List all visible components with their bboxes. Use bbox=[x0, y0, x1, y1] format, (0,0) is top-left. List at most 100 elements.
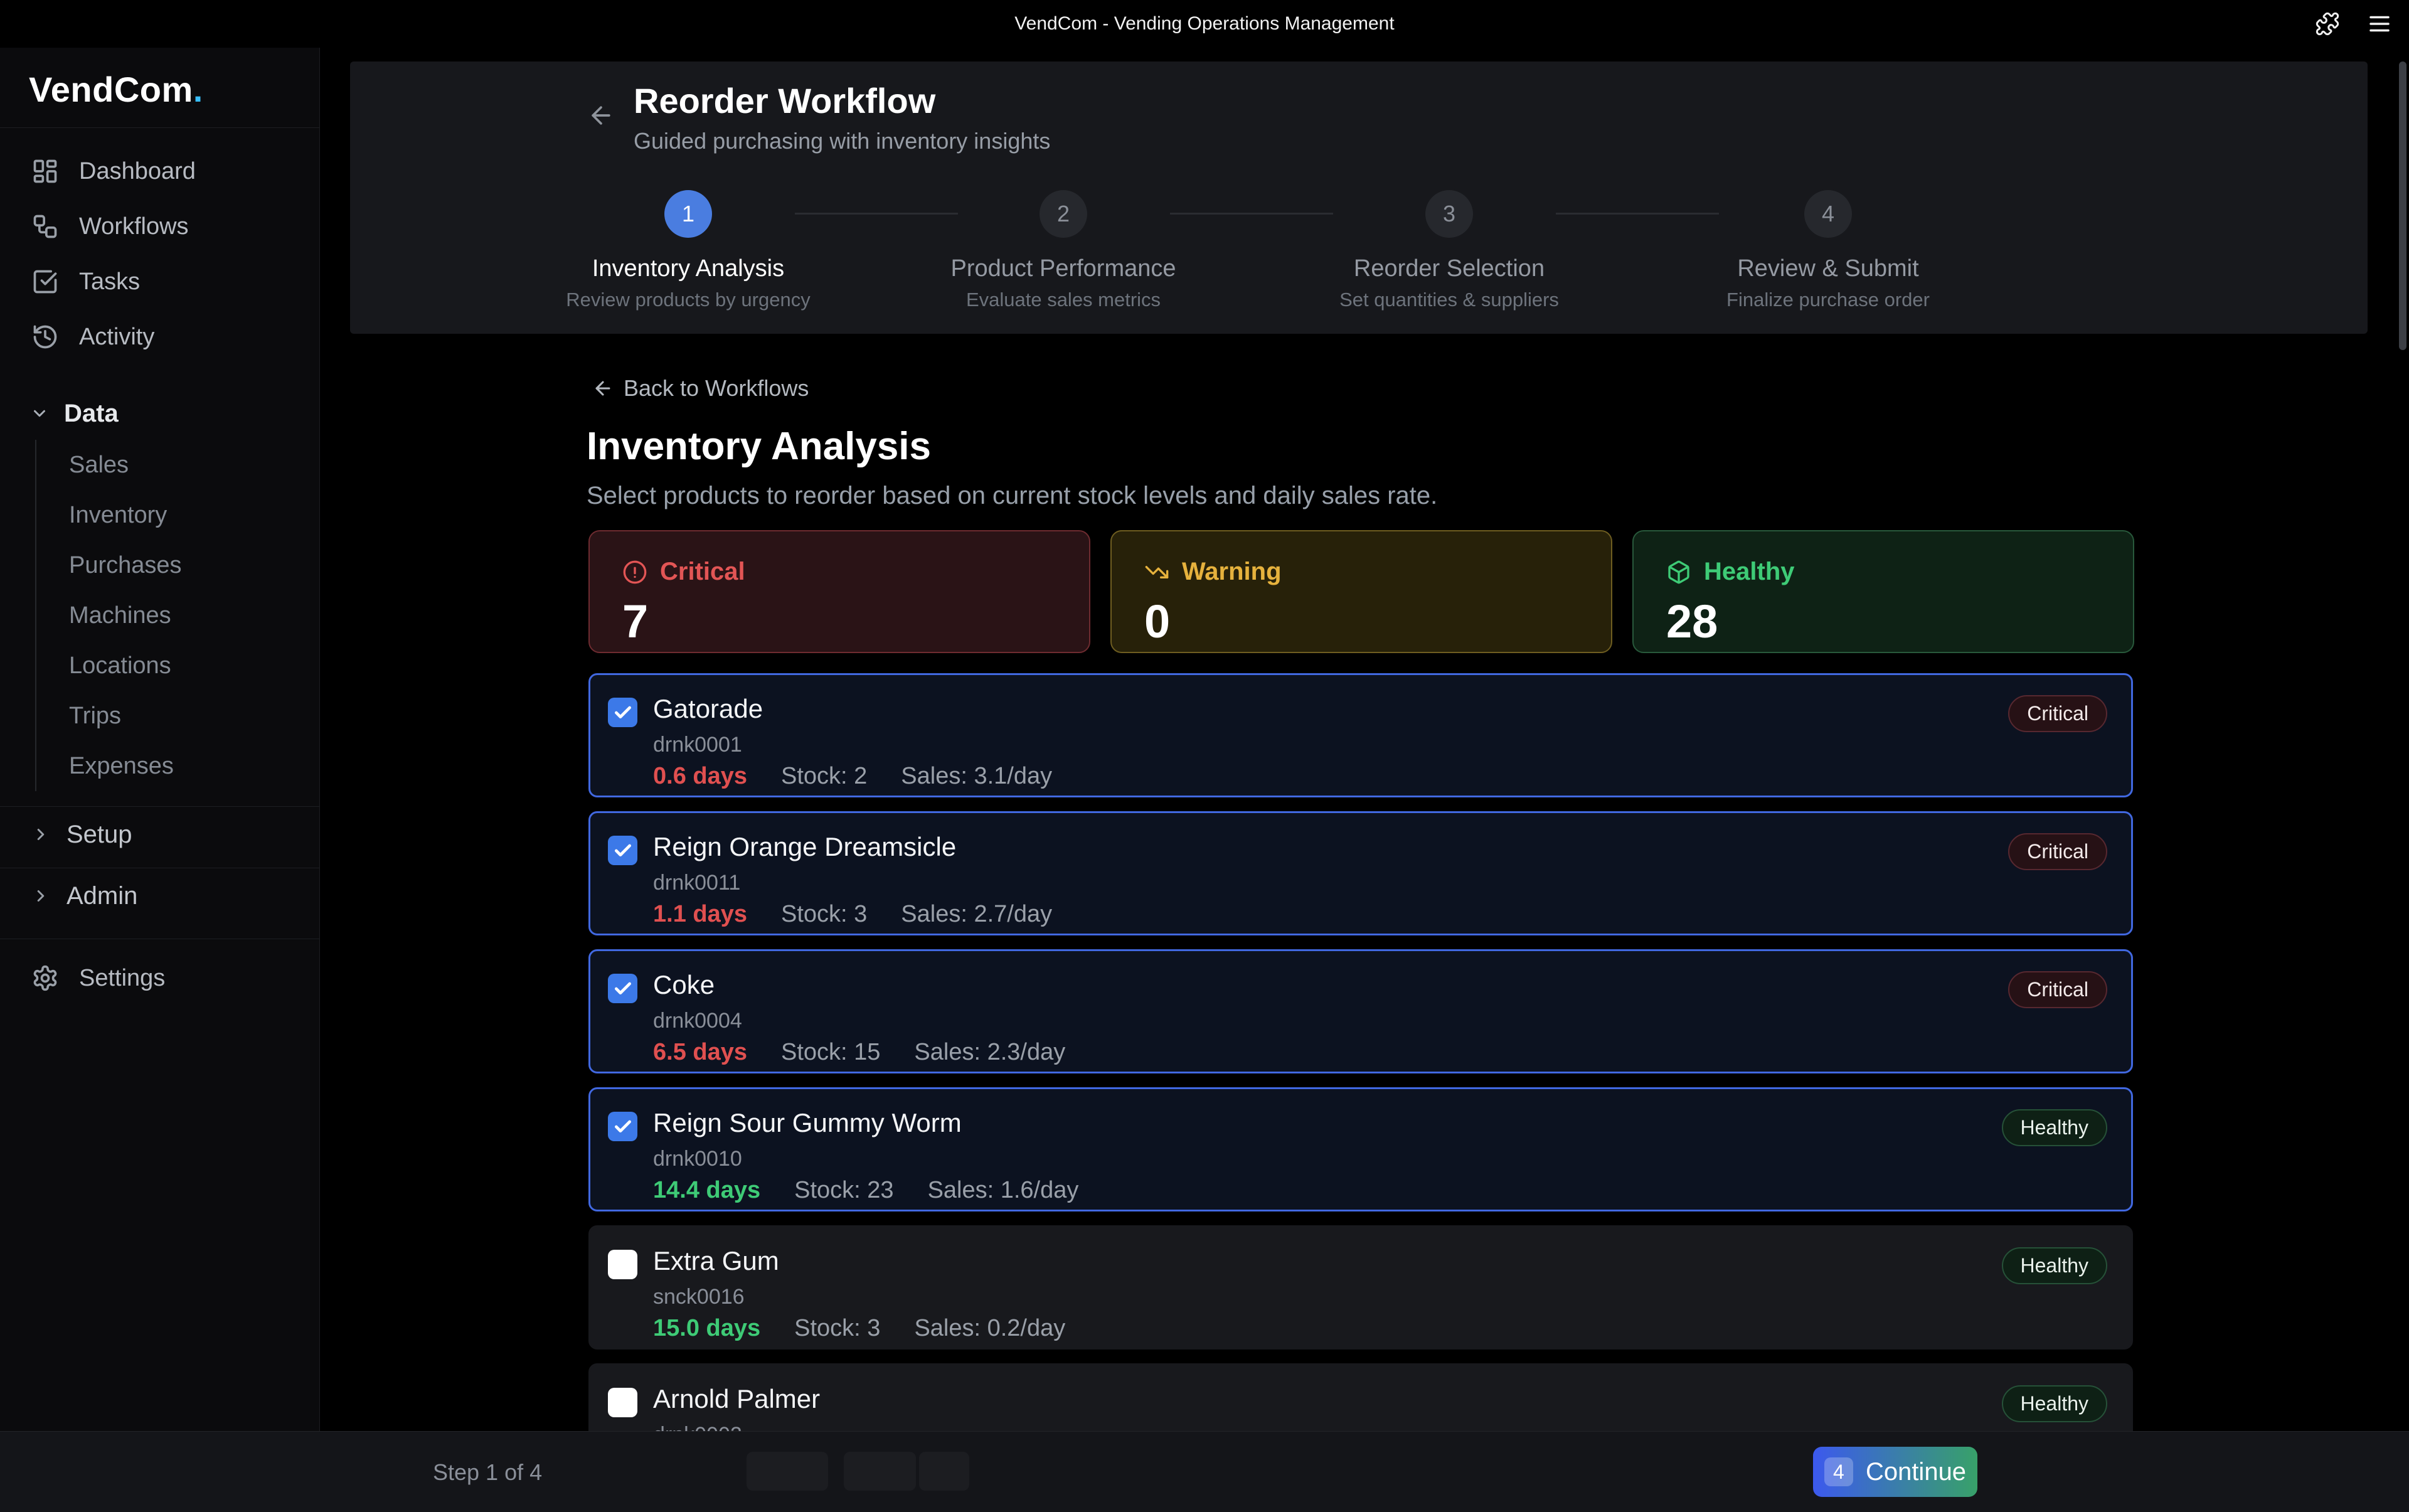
sidebar-item-trips[interactable]: Trips bbox=[36, 691, 319, 741]
product-checkbox[interactable] bbox=[608, 974, 637, 1003]
stock-level: Stock: 15 bbox=[781, 1039, 880, 1066]
package-icon bbox=[1666, 560, 1691, 585]
days-remaining: 14.4 days bbox=[653, 1177, 760, 1204]
product-checkbox[interactable] bbox=[608, 1250, 637, 1279]
product-checkbox[interactable] bbox=[608, 1388, 637, 1417]
sidebar-item-inventory[interactable]: Inventory bbox=[36, 490, 319, 540]
product-checkbox[interactable] bbox=[608, 1112, 637, 1141]
wizard-footer: Step 1 of 4 4 Continue bbox=[0, 1431, 2409, 1512]
sales-rate: Sales: 1.6/day bbox=[928, 1177, 1079, 1204]
days-remaining: 0.6 days bbox=[653, 763, 747, 790]
days-remaining: 15.0 days bbox=[653, 1315, 760, 1342]
stepper-step-4: 4 Review & Submit Finalize purchase orde… bbox=[1627, 190, 2029, 311]
stepper-step-3: 3 Reorder Selection Set quantities & sup… bbox=[1248, 190, 1650, 311]
sidebar-item-dashboard[interactable]: Dashboard bbox=[0, 144, 319, 199]
sales-rate: Sales: 2.7/day bbox=[901, 901, 1052, 928]
step-number-badge: 2 bbox=[1040, 190, 1087, 238]
stat-label: Warning bbox=[1182, 558, 1282, 586]
sidebar-item-activity[interactable]: Activity bbox=[0, 309, 319, 365]
sidebar-item-settings[interactable]: Settings bbox=[0, 950, 319, 1006]
product-row-coke[interactable]: Coke drnk0004 6.5 days Stock: 15 Sales: … bbox=[588, 949, 2133, 1073]
dashboard-grid-icon bbox=[31, 157, 59, 185]
sidebar-item-purchases[interactable]: Purchases bbox=[36, 540, 319, 590]
sidebar-item-machines[interactable]: Machines bbox=[36, 590, 319, 641]
product-code: drnk0011 bbox=[653, 871, 740, 895]
sidebar-item-locations[interactable]: Locations bbox=[36, 641, 319, 691]
alert-circle-icon bbox=[622, 560, 647, 585]
days-remaining: 6.5 days bbox=[653, 1039, 747, 1066]
step-label: Product Performance bbox=[950, 255, 1176, 282]
stepper-step-2: 2 Product Performance Evaluate sales met… bbox=[863, 190, 1264, 311]
sidebar-item-tasks[interactable]: Tasks bbox=[0, 254, 319, 309]
status-badge: Critical bbox=[2008, 971, 2107, 1008]
check-icon bbox=[613, 841, 633, 861]
stat-card-warning: Warning 0 bbox=[1110, 530, 1612, 653]
footer-ghost-button[interactable] bbox=[844, 1452, 916, 1491]
sidebar-item-label: Activity bbox=[79, 324, 154, 351]
step-label: Review & Submit bbox=[1737, 255, 1918, 282]
step-number-badge: 4 bbox=[1804, 190, 1852, 238]
sidebar: VendCom. Dashboard Workflows Tasks Activ… bbox=[0, 48, 320, 1432]
product-code: drnk0010 bbox=[653, 1147, 742, 1171]
product-row-reign-sour-gummy-worm[interactable]: Reign Sour Gummy Worm drnk0010 14.4 days… bbox=[588, 1087, 2133, 1211]
scrollbar-thumb[interactable] bbox=[2399, 61, 2406, 350]
sidebar-group-admin[interactable]: Admin bbox=[0, 868, 319, 924]
selected-count-badge: 4 bbox=[1824, 1457, 1853, 1486]
stock-level: Stock: 3 bbox=[781, 901, 867, 928]
menu-icon[interactable] bbox=[2366, 11, 2393, 37]
stat-value: 28 bbox=[1666, 595, 2100, 648]
sidebar-item-label: Tasks bbox=[79, 269, 140, 295]
sidebar-item-label: Workflows bbox=[79, 213, 189, 240]
continue-button[interactable]: 4 Continue bbox=[1813, 1447, 1977, 1497]
page-title: Inventory Analysis bbox=[587, 424, 931, 469]
product-row-reign-orange-dreamsicle[interactable]: Reign Orange Dreamsicle drnk0011 1.1 day… bbox=[588, 811, 2133, 935]
sidebar-group-setup[interactable]: Setup bbox=[0, 807, 319, 862]
step-description: Finalize purchase order bbox=[1726, 289, 1930, 311]
check-icon bbox=[613, 979, 633, 999]
gear-icon bbox=[31, 964, 59, 992]
check-icon bbox=[613, 703, 633, 723]
sidebar-item-expenses[interactable]: Expenses bbox=[36, 741, 319, 791]
days-remaining: 1.1 days bbox=[653, 901, 747, 928]
window-titlebar: VendCom - Vending Operations Management bbox=[0, 0, 2409, 48]
product-name: Reign Orange Dreamsicle bbox=[653, 832, 956, 862]
extensions-puzzle-icon[interactable] bbox=[2315, 11, 2340, 36]
sidebar-group-data[interactable]: Data bbox=[0, 395, 319, 432]
product-name: Extra Gum bbox=[653, 1246, 779, 1276]
product-row-extra-gum[interactable]: Extra Gum snck0016 15.0 days Stock: 3 Sa… bbox=[588, 1225, 2133, 1350]
sidebar-item-sales[interactable]: Sales bbox=[36, 440, 319, 490]
product-row-gatorade[interactable]: Gatorade drnk0001 0.6 days Stock: 2 Sale… bbox=[588, 673, 2133, 797]
arrow-left-icon bbox=[587, 102, 615, 129]
sidebar-group-label: Data bbox=[64, 400, 119, 428]
app-logo: VendCom. bbox=[0, 48, 319, 128]
stat-label: Healthy bbox=[1704, 558, 1795, 586]
chevron-right-icon bbox=[31, 825, 50, 844]
sidebar-item-label: Dashboard bbox=[79, 158, 196, 185]
back-button[interactable] bbox=[587, 102, 615, 129]
product-checkbox[interactable] bbox=[608, 836, 637, 865]
product-checkbox[interactable] bbox=[608, 698, 637, 727]
check-icon bbox=[613, 1117, 633, 1137]
data-sub-list: Sales Inventory Purchases Machines Locat… bbox=[35, 440, 319, 791]
back-to-workflows-link[interactable]: Back to Workflows bbox=[592, 375, 809, 402]
stat-card-critical: Critical 7 bbox=[588, 530, 1090, 653]
sidebar-item-workflows[interactable]: Workflows bbox=[0, 199, 319, 254]
footer-ghost-button[interactable] bbox=[919, 1452, 969, 1491]
workflow-icon bbox=[31, 213, 59, 240]
footer-ghost-button[interactable] bbox=[747, 1452, 828, 1491]
status-badge: Healthy bbox=[2002, 1247, 2108, 1284]
stat-card-healthy: Healthy 28 bbox=[1632, 530, 2134, 653]
stock-level: Stock: 23 bbox=[794, 1177, 893, 1204]
sales-rate: Sales: 2.3/day bbox=[914, 1039, 1065, 1066]
sidebar-group-label: Admin bbox=[66, 882, 137, 910]
product-code: snck0016 bbox=[653, 1285, 745, 1309]
product-name: Arnold Palmer bbox=[653, 1384, 820, 1414]
chevron-down-icon bbox=[30, 404, 49, 423]
window-title: VendCom - Vending Operations Management bbox=[1014, 13, 1394, 35]
stock-level: Stock: 2 bbox=[781, 763, 867, 790]
logo-accent-dot: . bbox=[193, 70, 203, 109]
chevron-right-icon bbox=[31, 886, 50, 905]
sidebar-item-label: Settings bbox=[79, 965, 165, 992]
stat-value: 0 bbox=[1144, 595, 1578, 648]
workflow-subtitle: Guided purchasing with inventory insight… bbox=[634, 128, 1050, 154]
